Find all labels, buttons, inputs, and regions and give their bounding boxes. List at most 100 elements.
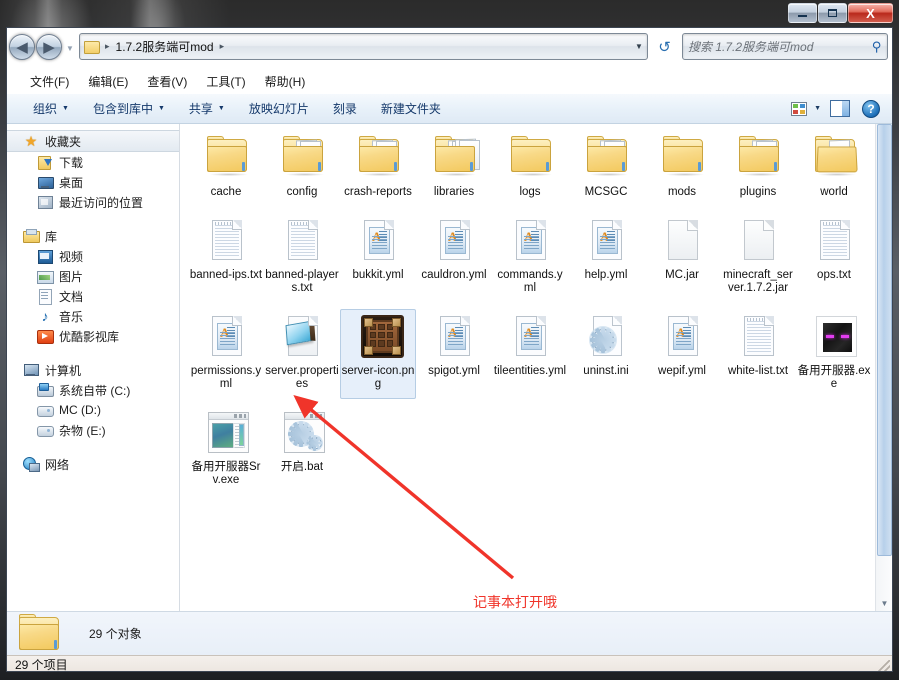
sidebar-label-recent-places: 最近访问的位置 <box>59 195 144 210</box>
maximize-button[interactable] <box>818 3 847 23</box>
change-view-dropdown[interactable]: ▼ <box>811 105 828 112</box>
file-thumbnail: A <box>505 218 555 266</box>
file-item[interactable]: server-icon.png <box>340 308 416 399</box>
file-item[interactable]: 开启.bat <box>264 405 340 495</box>
file-list-pane[interactable]: cache config crash-reports libraries logs MCS… <box>180 124 892 611</box>
downloads-icon <box>37 154 53 170</box>
sidebar-item-network[interactable]: 网络 <box>7 454 179 474</box>
file-item[interactable]: banned-ips.txt <box>188 213 264 303</box>
preview-pane-icon[interactable] <box>830 100 850 117</box>
jar-file-icon <box>668 219 698 260</box>
sidebar-label-network: 网络 <box>45 457 70 472</box>
menu-item-tools[interactable]: 工具(T) <box>197 70 254 93</box>
file-item[interactable]: Acauldron.yml <box>416 213 492 303</box>
file-item[interactable]: server.properties <box>264 309 340 399</box>
sidebar-item-computer[interactable]: 计算机 <box>7 360 179 380</box>
file-item[interactable]: world <box>796 130 872 207</box>
file-thumbnail <box>429 135 480 183</box>
menu-item-help[interactable]: 帮助(H) <box>256 70 315 93</box>
close-icon: X <box>866 5 875 21</box>
close-button[interactable]: X <box>848 3 893 23</box>
new-folder-button[interactable]: 新建文件夹 <box>371 95 451 122</box>
menu-item-file[interactable]: 文件(F) <box>21 70 78 93</box>
history-dropdown-button[interactable]: ▼ <box>66 45 74 53</box>
batch-file-gear-icon <box>284 411 325 453</box>
file-label: logs <box>519 186 541 198</box>
sidebar-item-downloads[interactable]: 下载 <box>7 152 179 172</box>
file-item[interactable]: plugins <box>720 130 796 207</box>
file-item[interactable]: Ahelp.yml <box>568 213 644 303</box>
sidebar-item-documents[interactable]: 文档 <box>7 286 179 306</box>
change-view-icon[interactable] <box>789 100 809 118</box>
sidebar-item-music[interactable]: ♪ 音乐 <box>7 306 179 326</box>
file-item[interactable]: MCSGC <box>568 130 644 207</box>
sidebar-item-pictures[interactable]: 图片 <box>7 266 179 286</box>
scroll-down-arrow-icon[interactable]: ▼ <box>877 595 892 611</box>
file-label: wepif.yml <box>658 364 706 377</box>
sidebar-item-libraries[interactable]: 库 <box>7 226 179 246</box>
file-item[interactable]: banned-players.txt <box>264 213 340 303</box>
folder-with-documents-icon <box>739 136 780 176</box>
refresh-button[interactable]: ↺ <box>652 34 677 59</box>
search-input[interactable]: 搜索 1.7.2服务端可mod <box>688 38 872 55</box>
sidebar-item-drive-d[interactable]: MC (D:) <box>7 400 179 420</box>
file-thumbnail <box>201 218 251 266</box>
file-item[interactable]: Acommands.yml <box>492 213 568 303</box>
folder-with-many-items-icon <box>435 136 480 176</box>
file-thumbnail: A <box>429 218 479 266</box>
address-dropdown-button[interactable]: ▼ <box>631 42 647 51</box>
file-item[interactable]: crash-reports <box>340 130 416 207</box>
file-item[interactable]: uninst.ini <box>568 309 644 399</box>
file-item[interactable]: white-list.txt <box>720 309 796 399</box>
menu-item-edit[interactable]: 编辑(E) <box>79 70 137 93</box>
file-item[interactable]: minecraft_server.1.7.2.jar <box>720 213 796 303</box>
sidebar-label-desktop: 桌面 <box>59 175 84 190</box>
sidebar-group-favorites: ★ 收藏夹 下载 桌面 最近访问的位置 <box>7 130 179 212</box>
help-icon[interactable]: ? <box>862 99 880 118</box>
file-label: tileentities.yml <box>493 364 567 377</box>
forward-button[interactable]: ▶ <box>36 34 62 60</box>
yml-text-document-icon: A <box>364 219 394 260</box>
back-button[interactable]: ◀ <box>9 34 35 60</box>
organize-button[interactable]: 组织 ▼ <box>23 95 79 122</box>
file-item[interactable]: mods <box>644 130 720 207</box>
sidebar-item-youku[interactable]: 优酷影视库 <box>7 326 179 346</box>
file-item[interactable]: MC.jar <box>644 213 720 303</box>
slideshow-button[interactable]: 放映幻灯片 <box>239 95 319 122</box>
scrollbar-thumb[interactable] <box>877 124 892 556</box>
sidebar-item-drive-c[interactable]: 系统自带 (C:) <box>7 380 179 400</box>
file-item[interactable]: logs <box>492 130 568 207</box>
file-item[interactable]: Awepif.yml <box>644 309 720 399</box>
address-bar[interactable]: ▸ 1.7.2服务端可mod ▸ ▼ <box>79 33 648 60</box>
file-item[interactable]: cache <box>188 130 264 207</box>
file-list-scrollbar[interactable]: ▲ ▼ <box>875 124 892 611</box>
minimize-button[interactable] <box>788 3 817 23</box>
breadcrumb-item-0[interactable]: 1.7.2服务端可mod <box>114 38 216 55</box>
breadcrumb-separator-1[interactable]: ▸ <box>216 41 229 52</box>
include-in-library-button[interactable]: 包含到库中 ▼ <box>83 95 175 122</box>
file-item[interactable]: Abukkit.yml <box>340 213 416 303</box>
file-item[interactable]: libraries <box>416 130 492 207</box>
file-item[interactable]: Atileentities.yml <box>492 309 568 399</box>
sidebar-item-videos[interactable]: 视频 <box>7 246 179 266</box>
sidebar-item-favorites[interactable]: ★ 收藏夹 <box>7 130 179 152</box>
sidebar-item-recent-places[interactable]: 最近访问的位置 <box>7 192 179 212</box>
search-box[interactable]: 搜索 1.7.2服务端可mod ⚲ <box>682 33 888 60</box>
file-thumbnail <box>505 135 555 183</box>
share-button[interactable]: 共享 ▼ <box>179 95 235 122</box>
file-item[interactable]: config <box>264 130 340 207</box>
sidebar-item-drive-e[interactable]: 杂物 (E:) <box>7 420 179 440</box>
file-item[interactable]: Apermissions.yml <box>188 309 264 399</box>
menu-item-view[interactable]: 查看(V) <box>138 70 196 93</box>
sidebar-label-youku: 优酷影视库 <box>59 329 120 344</box>
chevron-down-icon: ▼ <box>157 105 165 112</box>
slideshow-label: 放映幻灯片 <box>248 102 309 116</box>
music-icon: ♪ <box>41 308 49 324</box>
file-item[interactable]: ops.txt <box>796 213 872 303</box>
file-item[interactable]: 备用开服器.exe <box>796 309 872 399</box>
file-item[interactable]: 备用开服器Srv.exe <box>188 405 264 495</box>
file-item[interactable]: Aspigot.yml <box>416 309 492 399</box>
sidebar-item-desktop[interactable]: 桌面 <box>7 172 179 192</box>
resize-grip[interactable] <box>878 660 890 671</box>
burn-button[interactable]: 刻录 <box>323 95 367 122</box>
